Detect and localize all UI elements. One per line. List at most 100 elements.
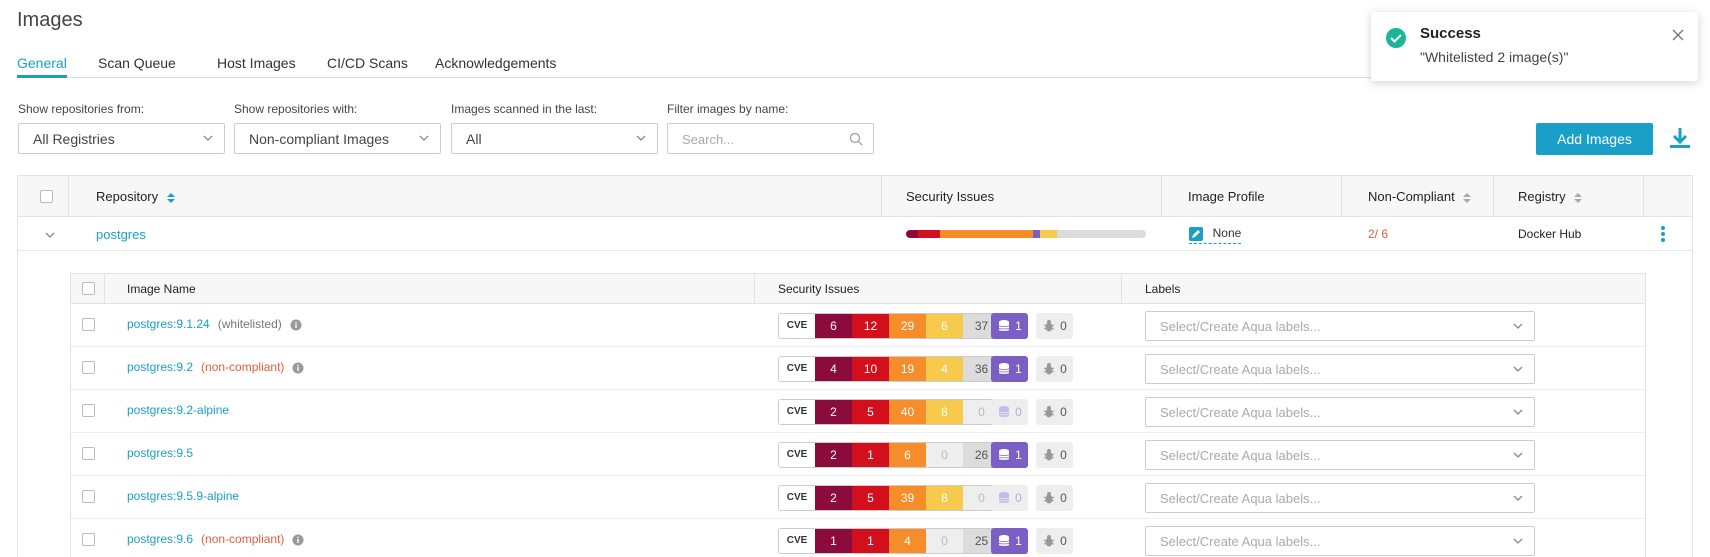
bug-badge[interactable]: 0	[1036, 528, 1073, 554]
tab-cicd-scans[interactable]: CI/CD Scans	[327, 55, 408, 71]
labels-select[interactable]: Select/Create Aqua labels...	[1145, 397, 1535, 427]
header-labels: Labels	[1145, 282, 1181, 296]
success-check-icon	[1386, 28, 1406, 48]
row-checkbox[interactable]	[82, 361, 95, 374]
row-checkbox[interactable]	[82, 404, 95, 417]
select-all-checkbox[interactable]	[40, 190, 53, 203]
repos-with-select[interactable]: Non-compliant Images	[234, 123, 441, 154]
malware-count: 0	[1015, 491, 1022, 505]
more-options-icon[interactable]	[1660, 225, 1666, 243]
page-title: Images	[17, 9, 83, 31]
labels-select[interactable]: Select/Create Aqua labels...	[1145, 483, 1535, 513]
cve-count-medium: 8	[926, 400, 963, 424]
cve-summary[interactable]: CVE 2 5 40 8 0	[778, 399, 1001, 425]
add-images-button[interactable]: Add Images	[1536, 123, 1653, 155]
scanned-select[interactable]: All	[451, 123, 658, 154]
bar-malware	[1033, 230, 1041, 238]
subtable-header: Image Name Security Issues Labels	[71, 274, 1645, 304]
non-compliant-count: 2/ 6	[1368, 227, 1389, 241]
download-icon[interactable]	[1668, 126, 1692, 150]
cve-summary[interactable]: CVE 4 10 19 4 36	[778, 356, 1001, 382]
row-checkbox[interactable]	[82, 490, 95, 503]
bug-badge[interactable]: 0	[1036, 313, 1073, 339]
row-checkbox[interactable]	[82, 533, 95, 546]
info-icon[interactable]	[292, 534, 304, 546]
close-icon[interactable]	[1672, 29, 1684, 41]
malware-badge[interactable]: 1	[991, 356, 1028, 382]
cve-summary[interactable]: CVE 1 1 4 0 25	[778, 528, 1001, 554]
malware-count: 1	[1015, 534, 1022, 548]
select-all-images-checkbox[interactable]	[82, 282, 95, 295]
tab-host-images[interactable]: Host Images	[217, 55, 296, 71]
table-row[interactable]: postgres:9.5 CVE 2 1 6 0 26 1 0 Select/Creat…	[71, 433, 1645, 476]
image-profile-value: None	[1212, 226, 1242, 240]
malware-badge[interactable]: 0	[991, 485, 1028, 511]
image-name-link[interactable]: postgres:9.6	[127, 532, 193, 546]
cve-summary[interactable]: CVE 6 12 29 6 37	[778, 313, 1001, 339]
toast-title: Success	[1420, 25, 1481, 42]
table-row[interactable]: postgres:9.1.24 (whitelisted) CVE 6 12 29 6 3…	[71, 304, 1645, 347]
edit-icon	[1189, 226, 1203, 241]
repos-from-select[interactable]: All Registries	[18, 123, 225, 154]
cve-count-critical: 5	[852, 486, 889, 510]
bug-icon	[1043, 492, 1055, 504]
header-non-compliant[interactable]: Non-Compliant	[1368, 189, 1472, 204]
cve-count-critical: 1	[852, 443, 889, 467]
column-divider	[881, 176, 882, 217]
scanned-value: All	[466, 131, 482, 147]
row-checkbox[interactable]	[82, 447, 95, 460]
info-icon[interactable]	[292, 362, 304, 374]
labels-placeholder: Select/Create Aqua labels...	[1160, 534, 1321, 549]
bug-count: 0	[1060, 448, 1067, 462]
repository-row[interactable]: postgres None 2/ 6 Docker Hub	[18, 217, 1692, 251]
column-divider	[754, 274, 755, 304]
image-profile-selector[interactable]: None	[1189, 225, 1242, 244]
toast-message: "Whitelisted 2 image(s)"	[1420, 49, 1569, 65]
table-row[interactable]: postgres:9.6 (non-compliant) CVE 1 1 4 0 25 1…	[71, 519, 1645, 557]
info-icon[interactable]	[290, 319, 302, 331]
labels-select[interactable]: Select/Create Aqua labels...	[1145, 440, 1535, 470]
image-name-link[interactable]: postgres:9.2	[127, 360, 193, 374]
header-image-security: Security Issues	[778, 282, 860, 296]
image-name-link[interactable]: postgres:9.5	[127, 446, 193, 460]
search-icon	[849, 132, 863, 146]
image-name-link[interactable]: postgres:9.2-alpine	[127, 403, 229, 417]
cve-tag: CVE	[779, 443, 815, 467]
chevron-down-icon[interactable]	[44, 229, 56, 241]
table-row[interactable]: postgres:9.5.9-alpine CVE 2 5 39 8 0 0 0 Sel…	[71, 476, 1645, 519]
header-repository[interactable]: Repository	[96, 189, 176, 204]
malware-badge[interactable]: 0	[991, 399, 1028, 425]
cve-summary[interactable]: CVE 2 1 6 0 26	[778, 442, 1001, 468]
table-row[interactable]: postgres:9.2-alpine CVE 2 5 40 8 0 0 0 Selec…	[71, 390, 1645, 433]
header-registry[interactable]: Registry	[1518, 189, 1583, 204]
tab-acknowledgements[interactable]: Acknowledgements	[435, 55, 556, 71]
labels-select[interactable]: Select/Create Aqua labels...	[1145, 526, 1535, 556]
search-input[interactable]: Search...	[667, 123, 874, 154]
security-issues-bar	[906, 230, 1146, 238]
tab-general[interactable]: General	[17, 55, 67, 71]
row-checkbox[interactable]	[82, 318, 95, 331]
labels-select[interactable]: Select/Create Aqua labels...	[1145, 354, 1535, 384]
cve-count-critical: 1	[852, 529, 889, 553]
malware-count: 0	[1015, 405, 1022, 419]
malware-badge[interactable]: 1	[991, 313, 1028, 339]
scanned-label: Images scanned in the last:	[451, 102, 598, 116]
tab-scan-queue[interactable]: Scan Queue	[98, 55, 176, 71]
bug-badge[interactable]: 0	[1036, 399, 1073, 425]
image-name-link[interactable]: postgres:9.5.9-alpine	[127, 489, 239, 503]
malware-badge[interactable]: 1	[991, 528, 1028, 554]
repository-name[interactable]: postgres	[96, 227, 146, 242]
bug-count: 0	[1060, 319, 1067, 333]
bug-badge[interactable]: 0	[1036, 356, 1073, 382]
cve-summary[interactable]: CVE 2 5 39 8 0	[778, 485, 1001, 511]
cve-count-high: 4	[889, 529, 926, 553]
labels-placeholder: Select/Create Aqua labels...	[1160, 362, 1321, 377]
image-name-link[interactable]: postgres:9.1.24	[127, 317, 210, 331]
bar-critical	[918, 230, 940, 238]
bug-badge[interactable]: 0	[1036, 485, 1073, 511]
table-row[interactable]: postgres:9.2 (non-compliant) CVE 4 10 19 4 36…	[71, 347, 1645, 390]
labels-select[interactable]: Select/Create Aqua labels...	[1145, 311, 1535, 341]
malware-badge[interactable]: 1	[991, 442, 1028, 468]
bug-badge[interactable]: 0	[1036, 442, 1073, 468]
cve-count-critical-dark: 4	[815, 357, 852, 381]
